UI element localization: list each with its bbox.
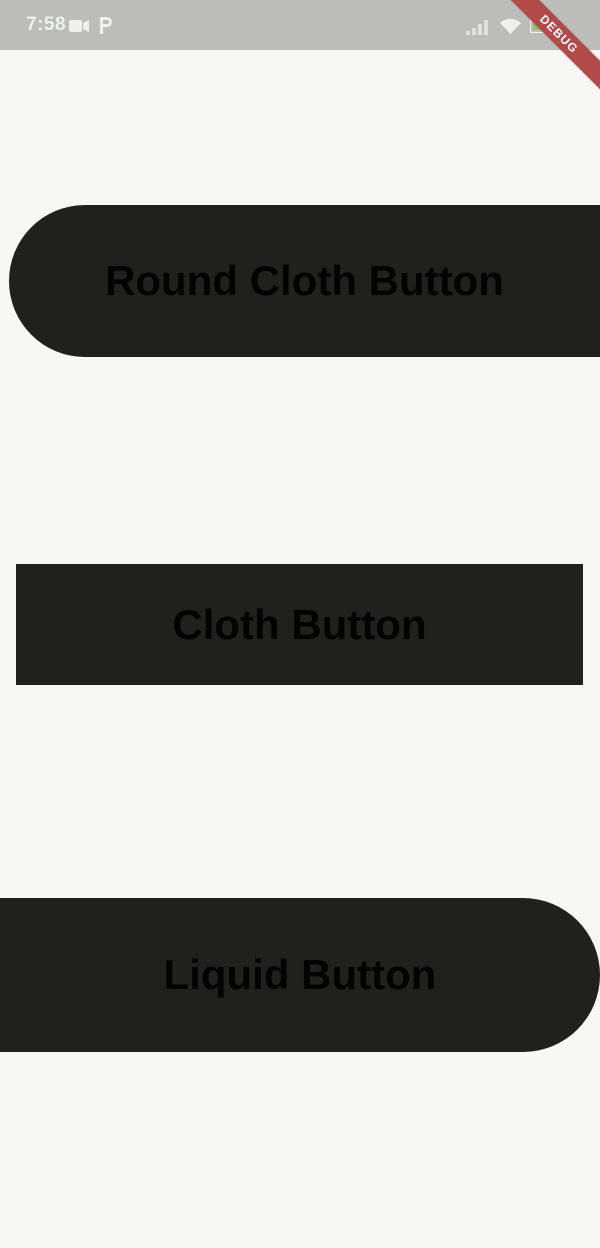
cloth-button[interactable]: Cloth Button xyxy=(16,564,583,685)
video-camera-icon xyxy=(69,20,89,32)
signal-icon xyxy=(466,20,488,35)
liquid-button-label: Liquid Button xyxy=(163,951,437,998)
round-cloth-button-label: Round Cloth Button xyxy=(105,257,504,304)
status-bar: 7:58 xyxy=(0,0,600,50)
parking-icon xyxy=(100,17,112,34)
wifi-icon xyxy=(500,18,521,34)
status-time: 7:58 xyxy=(26,14,67,35)
liquid-button[interactable]: Liquid Button xyxy=(0,898,600,1052)
cloth-button-label: Cloth Button xyxy=(172,600,427,648)
round-cloth-button[interactable]: Round Cloth Button xyxy=(9,205,600,357)
